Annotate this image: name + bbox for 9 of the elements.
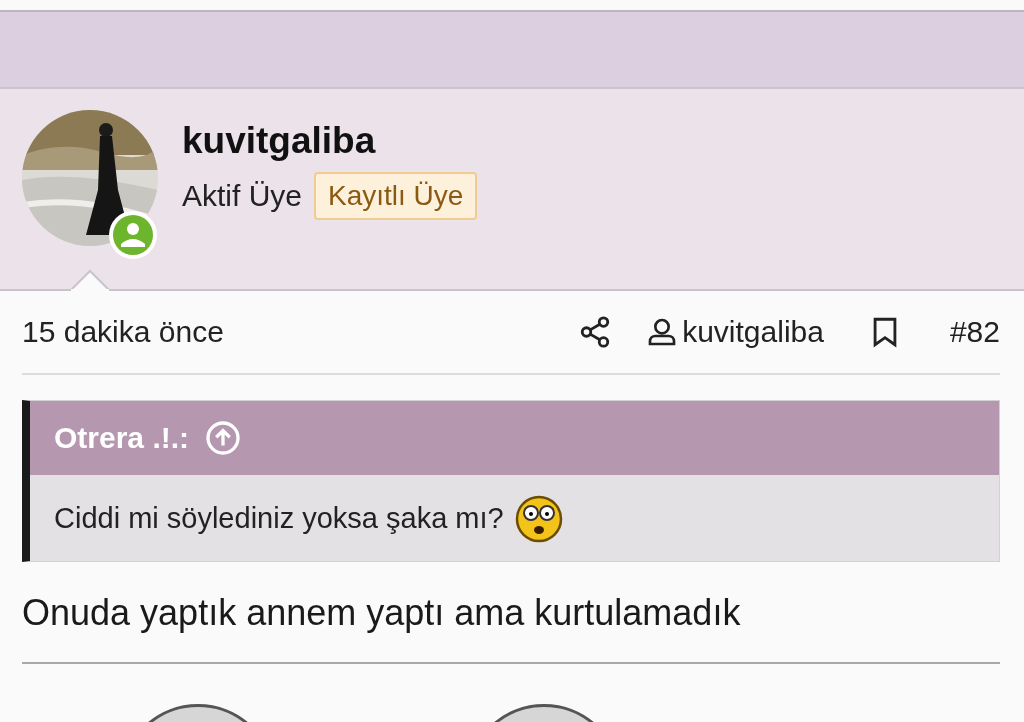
user-title: Aktif Üye <box>182 179 303 213</box>
quote-author: Otrera .!.: <box>54 421 190 455</box>
user-badge: Kayıtlı Üye <box>314 172 478 220</box>
message-text: Onuda yaptık annem yaptı ama kurtulamadık <box>22 562 1000 664</box>
author-link[interactable]: kuvitgaliba <box>646 315 824 349</box>
post-number[interactable]: #82 <box>949 315 1000 349</box>
post-time[interactable]: 15 dakika önce <box>22 315 579 349</box>
quote-text: Ciddi mi söylediniz yoksa şaka mı? <box>54 501 504 535</box>
username[interactable]: kuvitgaliba <box>182 120 478 162</box>
